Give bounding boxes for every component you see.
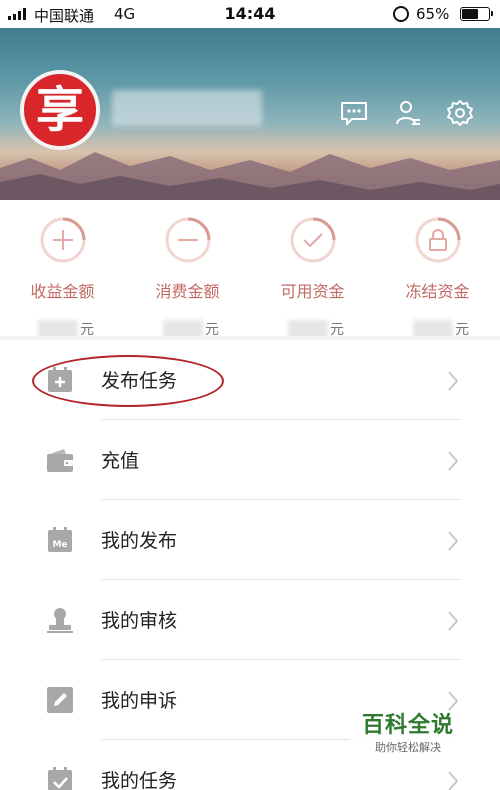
menu-item-label: 我的申诉 xyxy=(101,690,178,712)
avatar[interactable]: 享 xyxy=(20,70,100,150)
mountains-background xyxy=(0,152,500,200)
chevron-right-icon xyxy=(448,371,459,391)
minus-circle-icon xyxy=(165,217,210,263)
summary-label: 冻结资金 xyxy=(405,282,470,301)
chevron-right-icon xyxy=(448,531,459,551)
profile-header: 享 xyxy=(0,28,500,200)
edit-icon xyxy=(47,687,73,713)
menu-item-my-publish[interactable]: Me 我的发布 xyxy=(0,500,500,580)
battery-fill xyxy=(462,9,478,19)
summary-label: 消费金额 xyxy=(155,282,220,301)
chevron-right-icon xyxy=(448,691,459,711)
chevron-right-icon xyxy=(448,771,459,790)
rotation-lock-icon xyxy=(393,6,409,22)
summary-label: 可用资金 xyxy=(280,282,345,301)
user-profile-icon[interactable] xyxy=(393,98,423,128)
menu-item-publish-task[interactable]: 发布任务 xyxy=(0,340,500,420)
watermark-subtitle: 助你轻松解决 xyxy=(375,741,441,754)
add-calendar-icon xyxy=(48,367,72,392)
summary-income[interactable]: 收益金额 元 xyxy=(0,216,125,340)
lock-circle-icon xyxy=(415,217,460,263)
battery-percent: 65% xyxy=(416,5,450,23)
summary-available[interactable]: 可用资金 元 xyxy=(250,216,375,340)
summary-frozen[interactable]: 冻结资金 元 xyxy=(375,216,500,340)
menu-item-label: 我的审核 xyxy=(101,610,178,632)
me-calendar-icon: Me xyxy=(48,527,72,552)
message-icon[interactable] xyxy=(339,98,369,128)
menu-item-my-review[interactable]: 我的审核 xyxy=(0,580,500,660)
menu-item-label: 充值 xyxy=(101,450,140,472)
wallet-icon xyxy=(47,449,73,472)
menu-item-label: 我的任务 xyxy=(101,770,178,790)
settings-gear-icon[interactable] xyxy=(445,98,475,128)
check-circle-icon xyxy=(290,217,335,263)
menu-item-recharge[interactable]: 充值 xyxy=(0,420,500,500)
fund-summary: 收益金额 元 消费金额 元 可用资金 元 冻结资金 元 xyxy=(0,200,500,340)
menu-item-label: 发布任务 xyxy=(101,370,178,392)
watermark: 百科全说 助你轻松解决 xyxy=(350,712,466,764)
battery-icon xyxy=(460,7,493,21)
username-blurred xyxy=(112,90,262,126)
chevron-right-icon xyxy=(448,611,459,631)
watermark-title: 百科全说 xyxy=(361,713,454,738)
status-bar: 中国联通 4G 14:44 65% xyxy=(0,0,500,28)
summary-spending[interactable]: 消费金额 元 xyxy=(125,216,250,340)
stamp-icon xyxy=(47,608,73,633)
chevron-right-icon xyxy=(448,451,459,471)
plus-circle-icon xyxy=(40,217,85,263)
task-check-icon xyxy=(48,767,72,790)
me-icon-text: Me xyxy=(52,540,67,550)
summary-label: 收益金额 xyxy=(30,282,95,301)
menu-item-label: 我的发布 xyxy=(101,530,178,552)
